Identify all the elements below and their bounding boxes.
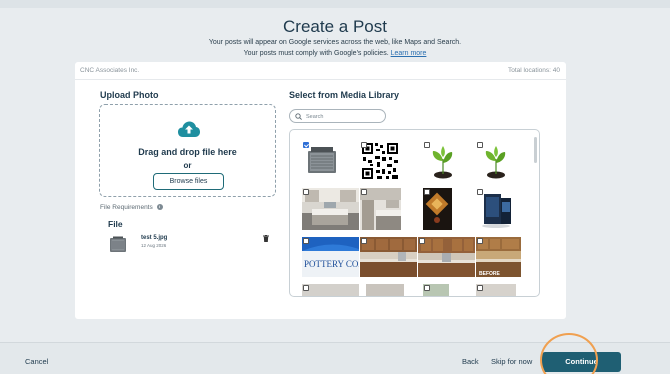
- media-item-plant-sprout-2[interactable]: [476, 141, 516, 181]
- kitchen-cabinets-image: [360, 237, 417, 277]
- media-item-food-art[interactable]: [423, 188, 452, 230]
- media-item-kitchen-cabinets-2[interactable]: [418, 237, 475, 277]
- policy-note: Your posts must comply with Google's pol…: [0, 50, 670, 57]
- media-item[interactable]: [423, 284, 449, 296]
- upload-dropzone[interactable]: Drag and drop file here or Browse files: [99, 104, 276, 197]
- gallery-scrollbar[interactable]: [534, 137, 537, 163]
- file-date: 12 Aug 2026: [141, 243, 167, 248]
- cancel-button[interactable]: Cancel: [25, 357, 48, 366]
- file-header: File: [108, 219, 123, 229]
- info-icon[interactable]: i: [156, 204, 163, 210]
- media-checkbox[interactable]: [419, 238, 425, 244]
- kitchen-image: [302, 188, 359, 230]
- media-checkbox[interactable]: [303, 142, 309, 148]
- media-checkbox[interactable]: [477, 238, 483, 244]
- browse-files-button[interactable]: Browse files: [153, 173, 224, 190]
- media-item-plant-sprout-1[interactable]: [423, 141, 463, 181]
- media-item-kitchen-2[interactable]: [360, 188, 401, 230]
- media-checkbox[interactable]: [303, 189, 309, 195]
- cloud-upload-icon: [178, 121, 200, 137]
- media-checkbox[interactable]: [303, 238, 309, 244]
- dropzone-or: or: [183, 161, 192, 170]
- create-post-panel: CNC Associates Inc. Total locations: 40 …: [75, 62, 566, 319]
- file-thumbnail: [110, 236, 126, 252]
- media-item-kitchen-cabinets-1[interactable]: [360, 237, 417, 277]
- total-locations: Total locations: 40: [507, 67, 560, 74]
- company-name: CNC Associates Inc.: [80, 67, 140, 74]
- media-checkbox[interactable]: [361, 189, 367, 195]
- media-item-kitchen-1[interactable]: [302, 188, 359, 230]
- top-strip: [0, 0, 670, 8]
- banner-text: POTTERY COAS: [304, 259, 359, 269]
- panel-header: CNC Associates Inc. Total locations: 40: [75, 62, 566, 80]
- back-button[interactable]: Back: [462, 357, 479, 366]
- media-checkbox[interactable]: [477, 142, 483, 148]
- search-icon: [295, 113, 302, 120]
- file-requirements[interactable]: File Requirements i: [100, 204, 163, 211]
- before-label: BEFORE: [479, 271, 501, 277]
- kitchen-cabinets-image: [418, 237, 475, 277]
- media-checkbox[interactable]: [477, 189, 483, 195]
- media-item-display-stand[interactable]: [476, 188, 516, 230]
- media-checkbox[interactable]: [424, 285, 430, 291]
- media-item-store-banner[interactable]: POTTERY COAS: [302, 237, 359, 277]
- media-item-ac-unit[interactable]: [302, 141, 340, 179]
- skip-button[interactable]: Skip for now: [491, 357, 532, 366]
- media-item[interactable]: [302, 284, 359, 296]
- media-checkbox[interactable]: [424, 189, 430, 195]
- media-library-heading: Select from Media Library: [289, 90, 400, 100]
- media-item-kitchen-before[interactable]: BEFORE: [476, 237, 521, 277]
- upload-photo-heading: Upload Photo: [100, 90, 159, 100]
- click-highlight: [540, 333, 598, 374]
- media-checkbox[interactable]: [424, 142, 430, 148]
- file-requirements-label: File Requirements: [100, 204, 153, 211]
- dropzone-title: Drag and drop file here: [138, 147, 237, 157]
- media-checkbox[interactable]: [303, 285, 309, 291]
- media-item-qr-code[interactable]: [360, 141, 400, 181]
- media-search[interactable]: [289, 109, 386, 123]
- media-checkbox[interactable]: [361, 142, 367, 148]
- file-name: test 5.jpg: [141, 235, 168, 241]
- search-input[interactable]: [306, 112, 382, 121]
- media-gallery: POTTERY COAS: [289, 129, 540, 297]
- store-banner-image: POTTERY COAS: [302, 237, 359, 277]
- media-item[interactable]: [476, 284, 516, 296]
- trash-icon[interactable]: [263, 235, 269, 242]
- media-checkbox[interactable]: [361, 238, 367, 244]
- media-checkbox[interactable]: [477, 285, 483, 291]
- learn-more-link[interactable]: Learn more: [391, 50, 427, 57]
- policy-text: Your posts must comply with Google's pol…: [243, 50, 389, 57]
- page-subtitle: Your posts will appear on Google service…: [208, 39, 462, 46]
- page-title: Create a Post: [283, 17, 387, 36]
- media-item[interactable]: [366, 284, 404, 296]
